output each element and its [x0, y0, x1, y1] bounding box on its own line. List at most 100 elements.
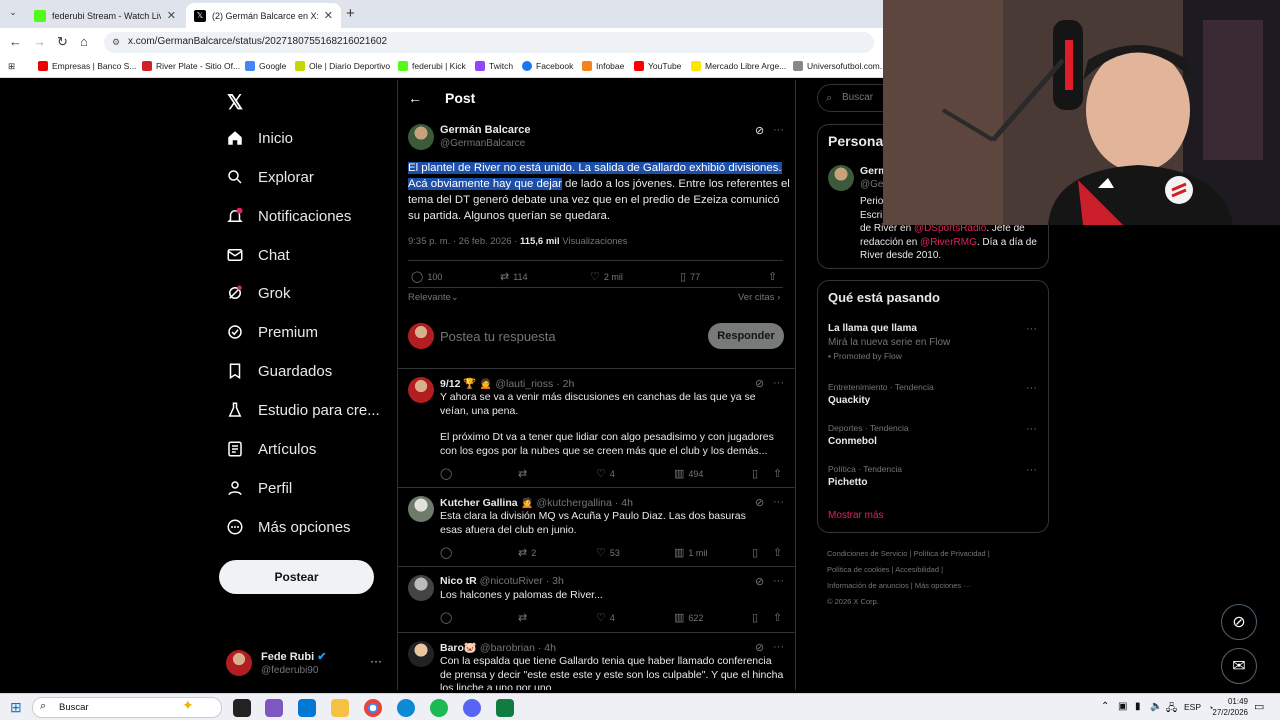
- avatar[interactable]: [408, 575, 434, 601]
- bookmark-button[interactable]: ▯ 77: [680, 270, 700, 283]
- view-quotes-link[interactable]: Ver citas ›: [738, 292, 780, 303]
- reply-input[interactable]: [440, 326, 690, 346]
- reply-item[interactable]: 9/12 🏆 🙍 @lauti_rioss · 2h ⊘ ··· Y ahora…: [398, 369, 795, 487]
- repost-button[interactable]: ⇄: [518, 467, 527, 480]
- account-switcher[interactable]: Fede Rubi ✔ @federubi90 ···: [226, 648, 386, 680]
- share-button[interactable]: ⇧: [768, 270, 777, 283]
- network-icon[interactable]: 🖧: [1166, 701, 1177, 718]
- footer-link[interactable]: Política de cookies: [827, 565, 890, 574]
- sidebar-item-articulos[interactable]: Artículos: [226, 437, 316, 461]
- footer-link[interactable]: Más opciones ···: [915, 581, 971, 590]
- repost-button[interactable]: ⇄ 2: [518, 546, 536, 559]
- more-icon[interactable]: ···: [370, 654, 382, 668]
- grok-fab-icon[interactable]: ⊘: [1221, 604, 1257, 640]
- sidebar-item-guardados[interactable]: Guardados: [226, 359, 332, 383]
- views-button[interactable]: ▥ 622: [674, 611, 703, 624]
- back-icon[interactable]: ←: [9, 34, 22, 49]
- more-icon[interactable]: ···: [1026, 323, 1037, 335]
- post-time[interactable]: 9:35 p. m. · 26 feb. 2026 ·: [408, 236, 517, 247]
- bookmark-button[interactable]: ▯: [752, 546, 758, 559]
- avatar[interactable]: [408, 496, 434, 522]
- grok-explain-icon[interactable]: ⊘: [755, 124, 764, 137]
- reload-icon[interactable]: ↻: [57, 34, 68, 50]
- grok-explain-icon[interactable]: ⊘: [755, 496, 764, 509]
- reply-button[interactable]: ◯ 100: [411, 270, 442, 283]
- bookmark-item[interactable]: Infobae: [582, 61, 624, 71]
- reply-author[interactable]: Nico tR: [440, 575, 477, 587]
- spotify-icon[interactable]: [430, 699, 448, 717]
- grok-explain-icon[interactable]: ⊘: [755, 641, 764, 654]
- microphone-icon[interactable]: ▮: [1135, 701, 1141, 712]
- bookmark-item[interactable]: federubi | Kick: [398, 61, 466, 71]
- site-info-icon[interactable]: ⚙: [112, 37, 120, 48]
- reply-button[interactable]: ◯: [440, 611, 452, 624]
- sidebar-item-premium[interactable]: Premium: [226, 320, 318, 344]
- reply-author[interactable]: Baro🐷: [440, 642, 477, 654]
- more-icon[interactable]: ···: [1026, 382, 1037, 394]
- reply-handle[interactable]: @kutchergallina · 4h: [537, 497, 633, 509]
- x-logo-icon[interactable]: 𝕏: [227, 90, 243, 115]
- avatar[interactable]: [828, 165, 854, 191]
- sidebar-item-inicio[interactable]: Inicio: [226, 126, 293, 150]
- footer-link[interactable]: Política de Privacidad: [914, 549, 986, 558]
- tab-german-balcarce[interactable]: 𝕏 (2) Germán Balcarce en X: "El pl ✕: [186, 3, 341, 28]
- views-button[interactable]: ▥ 494: [674, 467, 703, 480]
- reply-item[interactable]: Kutcher Gallina 🙍 @kutchergallina · 4h ⊘…: [398, 488, 795, 566]
- reply-item[interactable]: Nico tR @nicotuRiver · 3h ⊘ ··· Los halc…: [398, 567, 795, 632]
- trend-item[interactable]: Entretenimiento · Tendencia Quackity ···: [828, 382, 1043, 406]
- back-arrow-icon[interactable]: ←: [408, 90, 422, 106]
- reply-author[interactable]: Kutcher Gallina 🙍: [440, 497, 534, 509]
- avatar[interactable]: [408, 377, 434, 403]
- more-icon[interactable]: ···: [1026, 423, 1037, 435]
- reply-item[interactable]: Baro🐷 @barobrian · 4h ⊘ ··· Con la espal…: [398, 633, 795, 690]
- notification-icon[interactable]: ▭: [1254, 700, 1264, 713]
- sort-dropdown[interactable]: Relevante⌄: [408, 292, 459, 303]
- home-icon[interactable]: ⌂: [80, 34, 88, 49]
- clock[interactable]: 01:49 27/2/2026: [1204, 696, 1248, 718]
- discord-icon[interactable]: [463, 699, 481, 717]
- promoted-trend[interactable]: La llama que llama Mirá la nueva serie e…: [828, 323, 1043, 361]
- reply-button[interactable]: Responder: [708, 323, 784, 349]
- sidebar-item-estudio[interactable]: Estudio para cre...: [226, 398, 380, 422]
- more-icon[interactable]: ···: [773, 377, 784, 389]
- post-button[interactable]: Postear: [219, 560, 374, 594]
- forward-icon[interactable]: →: [33, 34, 46, 49]
- sidebar-item-grok[interactable]: Grok: [226, 281, 291, 305]
- sidebar-item-notificaciones[interactable]: Notificaciones: [226, 204, 351, 228]
- bookmark-item[interactable]: River Plate - Sitio Of...: [142, 61, 240, 71]
- tray-app-icon[interactable]: ▣: [1118, 701, 1127, 712]
- more-icon[interactable]: ···: [773, 496, 784, 508]
- chrome-icon[interactable]: [364, 699, 382, 717]
- reply-handle[interactable]: @barobrian · 4h: [480, 642, 556, 654]
- sidebar-item-perfil[interactable]: Perfil: [226, 476, 292, 500]
- bookmark-item[interactable]: YouTube: [634, 61, 681, 71]
- reply-author[interactable]: 9/12 🏆 🙍: [440, 378, 492, 390]
- address-bar[interactable]: x.com/GermanBalcarce/status/202718075516…: [104, 32, 874, 53]
- trend-item[interactable]: Deportes · Tendencia Conmebol ···: [828, 423, 1043, 447]
- close-tab-icon[interactable]: ✕: [167, 9, 176, 22]
- volume-icon[interactable]: 🔈: [1150, 701, 1162, 712]
- bookmark-item[interactable]: Twitch: [475, 61, 513, 71]
- share-button[interactable]: ⇧: [773, 467, 782, 480]
- bookmark-button[interactable]: ▯: [752, 467, 758, 480]
- bookmark-item[interactable]: Mercado Libre Arge...: [691, 61, 786, 71]
- share-button[interactable]: ⇧: [773, 546, 782, 559]
- author-handle[interactable]: @GermanBalcarce: [440, 138, 525, 149]
- like-button[interactable]: ♡ 53: [596, 546, 620, 559]
- file-explorer-icon[interactable]: [331, 699, 349, 717]
- close-tab-icon[interactable]: ✕: [324, 9, 333, 22]
- bookmark-item[interactable]: Facebook: [522, 61, 573, 71]
- reply-handle[interactable]: @nicotuRiver · 3h: [480, 575, 564, 587]
- windows-start-icon[interactable]: ⊞: [10, 699, 22, 716]
- like-button[interactable]: ♡ 4: [596, 467, 615, 480]
- tray-chevron-icon[interactable]: ⌃: [1101, 701, 1109, 712]
- persona-handle[interactable]: @Ge: [860, 179, 884, 190]
- repost-button[interactable]: ⇄ 114: [500, 270, 528, 283]
- tab-search-icon[interactable]: ⌄: [6, 7, 20, 21]
- grok-explain-icon[interactable]: ⊘: [755, 575, 764, 588]
- more-icon[interactable]: ···: [773, 124, 784, 136]
- new-tab-icon[interactable]: +: [346, 5, 355, 22]
- more-icon[interactable]: ···: [1026, 464, 1037, 476]
- reply-button[interactable]: ◯: [440, 546, 452, 559]
- more-icon[interactable]: ···: [773, 641, 784, 653]
